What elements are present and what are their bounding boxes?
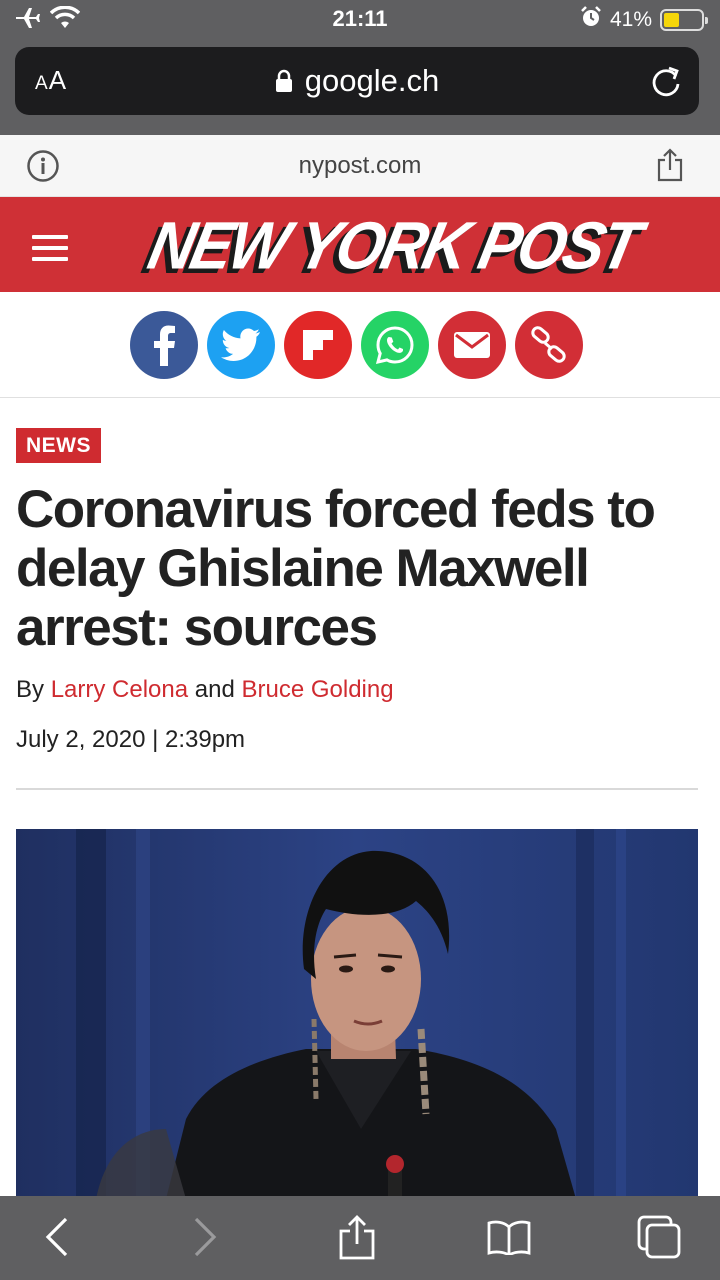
twitter-share-button[interactable] bbox=[207, 311, 275, 379]
author-link-1[interactable]: Larry Celona bbox=[51, 676, 188, 703]
alarm-icon bbox=[580, 6, 602, 34]
menu-icon[interactable] bbox=[32, 235, 68, 261]
article-photo[interactable] bbox=[16, 829, 698, 1199]
site-domain: nypost.com bbox=[298, 152, 422, 179]
battery-icon bbox=[660, 9, 708, 31]
browser-toolbar bbox=[0, 1196, 720, 1280]
url-display[interactable]: google.ch bbox=[15, 63, 699, 101]
facebook-icon bbox=[154, 325, 175, 366]
article-date: July 2, 2020 | 2:39pm bbox=[16, 726, 246, 753]
flipboard-share-button[interactable] bbox=[284, 311, 352, 379]
copy-link-button[interactable] bbox=[515, 311, 583, 379]
url-text: google.ch bbox=[304, 63, 440, 98]
section-tag[interactable]: NEWS bbox=[16, 428, 101, 463]
byline-prefix: By bbox=[16, 676, 45, 703]
article-byline: By Larry Celona and Bruce Golding bbox=[16, 676, 394, 704]
site-header: NEW YORK POST bbox=[0, 197, 720, 292]
photo-woman-at-microphone bbox=[16, 829, 698, 1199]
twitter-icon bbox=[221, 328, 260, 361]
site-info-bar: nypost.com bbox=[0, 135, 720, 197]
tabs-icon[interactable] bbox=[634, 1214, 684, 1260]
facebook-share-button[interactable] bbox=[130, 311, 198, 379]
lock-icon bbox=[275, 65, 293, 101]
share-icon[interactable] bbox=[332, 1214, 382, 1260]
site-share-icon[interactable] bbox=[656, 147, 684, 188]
browser-top-chrome: 21:11 41% AA google.ch bbox=[0, 0, 720, 135]
site-logo[interactable]: NEW YORK POST bbox=[142, 208, 645, 285]
bookmarks-icon[interactable] bbox=[484, 1214, 534, 1260]
whatsapp-share-button[interactable] bbox=[361, 311, 429, 379]
status-bar: 21:11 41% bbox=[0, 0, 720, 40]
byline-joiner: and bbox=[194, 676, 235, 703]
article-headline: Coronavirus forced feds to delay Ghislai… bbox=[16, 480, 656, 657]
back-icon[interactable] bbox=[32, 1214, 82, 1260]
email-icon bbox=[454, 332, 490, 358]
address-bar[interactable]: AA google.ch bbox=[15, 47, 699, 115]
status-right: 41% bbox=[580, 6, 708, 34]
battery-fill bbox=[664, 13, 679, 27]
whatsapp-icon bbox=[375, 326, 414, 365]
reload-icon[interactable] bbox=[649, 63, 683, 104]
battery-percent: 41% bbox=[609, 8, 652, 31]
forward-icon[interactable] bbox=[180, 1214, 230, 1260]
share-buttons-row bbox=[0, 292, 720, 398]
flipboard-icon bbox=[303, 330, 333, 360]
email-share-button[interactable] bbox=[438, 311, 506, 379]
article-divider bbox=[16, 788, 698, 790]
author-link-2[interactable]: Bruce Golding bbox=[241, 676, 393, 703]
link-icon bbox=[531, 326, 566, 363]
